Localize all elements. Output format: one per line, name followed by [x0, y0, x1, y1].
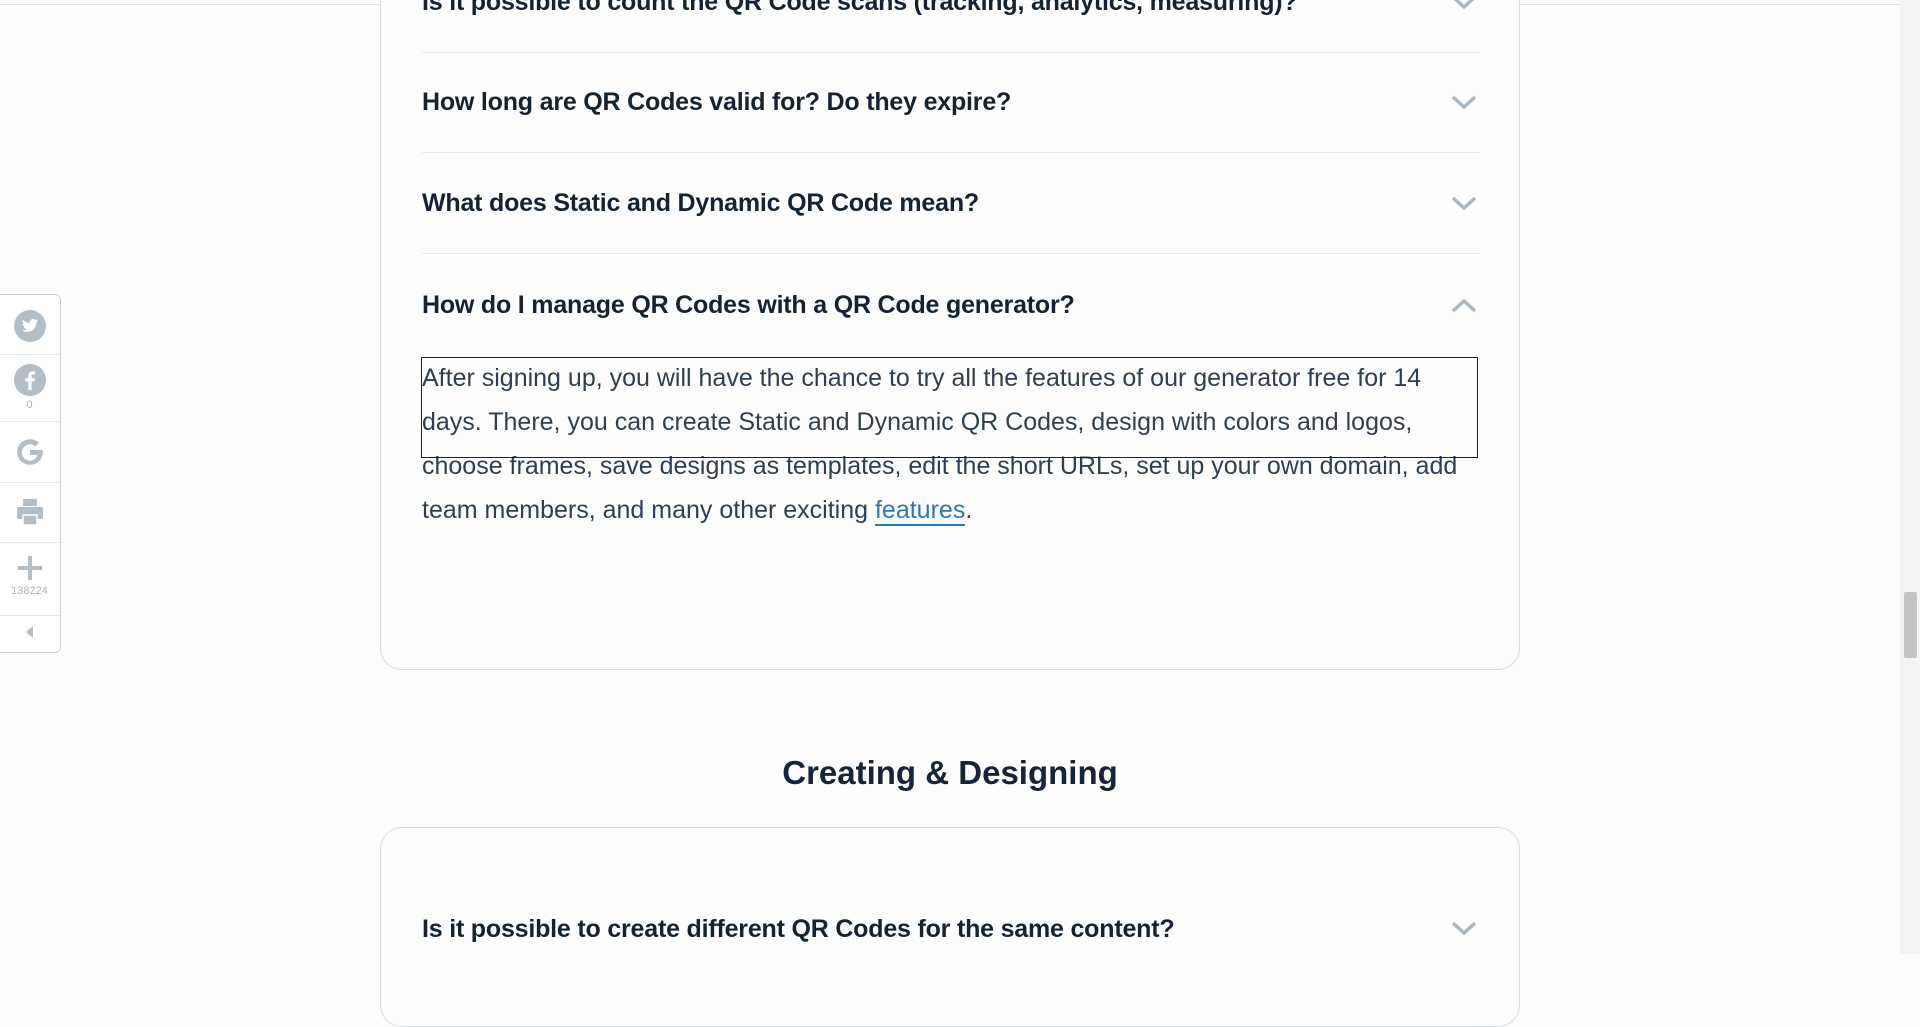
faq-question: How long are QR Codes valid for? Do they… — [422, 88, 1012, 116]
share-facebook[interactable]: 0 — [0, 363, 60, 411]
chevron-down-icon — [1451, 95, 1477, 109]
chevron-down-icon — [1451, 196, 1477, 210]
chevron-down-icon — [1454, 0, 1474, 9]
plus-icon — [17, 556, 42, 580]
facebook-icon — [13, 364, 46, 396]
faq-item[interactable]: How long are QR Codes valid for? Do they… — [422, 53, 1480, 153]
share-print[interactable] — [0, 495, 60, 529]
section-title: Creating & Designing — [782, 754, 1118, 791]
faq-question: Is it possible to create different QR Co… — [422, 914, 1175, 943]
faq-question: How do I manage QR Codes with a QR Code … — [422, 290, 1075, 319]
page-scrollbar[interactable] — [1900, 0, 1920, 954]
faq-question: What does Static and Dynamic QR Code mea… — [422, 189, 979, 217]
chevron-down-icon — [1451, 921, 1477, 936]
more-share-count: 138224 — [11, 585, 48, 597]
share-more[interactable]: 138224 — [0, 553, 60, 597]
share-separator — [0, 615, 60, 616]
google-icon — [16, 439, 43, 465]
share-collapse[interactable] — [0, 622, 60, 642]
features-link[interactable]: features — [874, 496, 966, 526]
scrollbar-thumb[interactable] — [1904, 592, 1917, 658]
share-sidebar: 0 138224 — [0, 294, 61, 653]
faq-item[interactable]: What does Static and Dynamic QR Code mea… — [422, 154, 1480, 254]
faq-item-expanded[interactable]: How do I manage QR Codes with a QR Code … — [422, 255, 1480, 355]
share-separator — [0, 542, 60, 543]
share-separator — [0, 421, 60, 422]
twitter-icon — [13, 310, 46, 342]
faq-item[interactable]: Is it possible to count the QR Code scan… — [422, 0, 1480, 53]
faq-question: Is it possible to count the QR Code scan… — [422, 0, 1298, 16]
print-icon — [16, 499, 43, 526]
facebook-share-count: 0 — [26, 399, 33, 411]
faq-answer-trailing: . — [965, 496, 973, 524]
share-separator — [0, 482, 60, 483]
share-twitter[interactable] — [0, 309, 60, 343]
collapse-icon — [25, 626, 33, 638]
share-google[interactable] — [0, 435, 60, 469]
faq-item[interactable]: Is it possible to create different QR Co… — [422, 879, 1480, 979]
faq-answer: After signing up, you will have the chan… — [422, 356, 1482, 532]
chevron-up-icon — [1451, 298, 1477, 313]
share-separator — [0, 354, 60, 355]
